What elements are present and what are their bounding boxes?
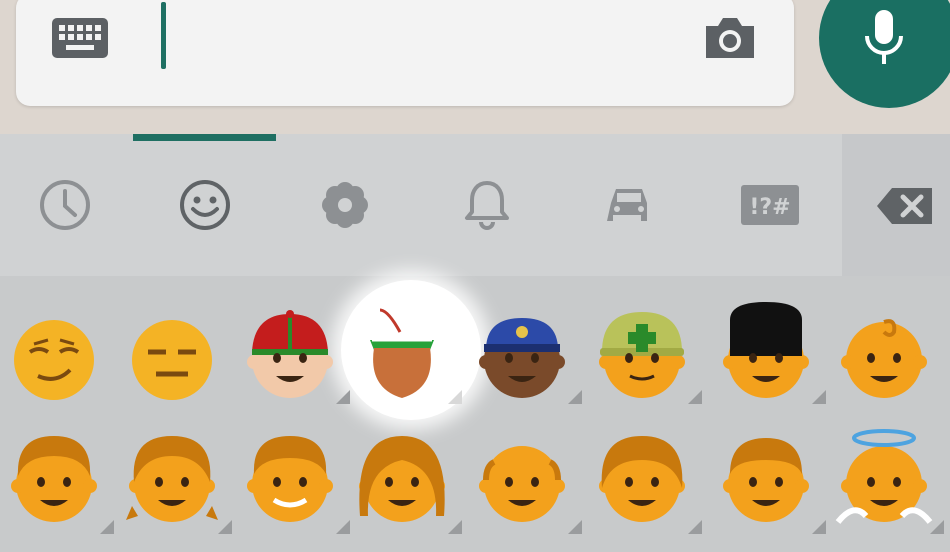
emoji-expressionless-face[interactable] xyxy=(122,300,240,428)
skin-tone-indicator xyxy=(812,390,826,404)
tab-places[interactable] xyxy=(564,134,694,276)
tab-smileys[interactable] xyxy=(140,134,270,276)
skin-tone-indicator xyxy=(448,520,462,534)
baby-angel-icon xyxy=(835,429,933,524)
emoji-older-man[interactable] xyxy=(240,424,358,552)
skin-tone-indicator xyxy=(688,520,702,534)
older-man-icon xyxy=(247,436,333,522)
skin-tone-indicator xyxy=(218,520,232,534)
rescue-worker-helmet-icon xyxy=(599,312,685,398)
smiley-icon xyxy=(180,180,230,230)
woman-icon xyxy=(359,436,445,522)
flower-icon xyxy=(322,182,368,228)
emoji-baby-angel[interactable] xyxy=(834,424,950,552)
emoji-rescue-worker-helmet[interactable] xyxy=(592,300,710,428)
emoji-man[interactable] xyxy=(4,424,122,552)
symbols-label: !?# xyxy=(749,195,790,220)
message-input-bar[interactable] xyxy=(16,0,794,106)
boy-icon xyxy=(723,438,809,522)
emoji-man-with-gua-pi-mao[interactable] xyxy=(240,300,358,428)
baby-icon xyxy=(841,319,927,398)
skin-tone-indicator xyxy=(930,520,944,534)
emoji-boy[interactable] xyxy=(716,424,834,552)
smirking-face-icon xyxy=(14,320,94,400)
skin-tone-indicator xyxy=(448,390,462,404)
mic-icon xyxy=(865,10,903,64)
emoji-mate[interactable] xyxy=(352,300,470,428)
camera-icon[interactable] xyxy=(702,12,758,62)
emoji-older-man-bald[interactable] xyxy=(472,424,590,552)
backspace-button[interactable] xyxy=(842,134,950,276)
skin-tone-indicator xyxy=(568,390,582,404)
guardsman-icon xyxy=(723,302,809,398)
older-man-bald-icon xyxy=(479,446,565,522)
keyboard-icon[interactable] xyxy=(50,16,110,60)
tab-symbols[interactable]: !?# xyxy=(705,134,835,276)
active-tab-indicator xyxy=(133,134,276,141)
mate-icon xyxy=(370,308,434,398)
backspace-icon xyxy=(877,188,932,224)
clock-icon xyxy=(40,180,90,230)
older-woman-icon xyxy=(599,436,685,522)
emoji-smirking-face[interactable] xyxy=(4,300,122,428)
skin-tone-indicator xyxy=(336,390,350,404)
text-caret[interactable] xyxy=(161,2,166,69)
bell-icon xyxy=(465,181,509,230)
symbols-icon: !?# xyxy=(741,185,799,225)
emoji-baby[interactable] xyxy=(834,300,950,428)
emoji-guardsman[interactable] xyxy=(716,300,834,428)
skin-tone-indicator xyxy=(336,520,350,534)
emoji-grid xyxy=(0,276,950,534)
tab-nature[interactable] xyxy=(280,134,410,276)
tab-recent[interactable] xyxy=(0,134,130,276)
car-icon xyxy=(607,189,647,221)
police-officer-icon xyxy=(479,318,565,398)
emoji-older-woman[interactable] xyxy=(592,424,710,552)
emoji-category-tabs: !?# xyxy=(0,134,950,276)
expressionless-face-icon xyxy=(132,320,212,400)
skin-tone-indicator xyxy=(688,390,702,404)
emoji-police-officer[interactable] xyxy=(472,300,590,428)
skin-tone-indicator xyxy=(568,520,582,534)
man-icon xyxy=(11,436,97,522)
girl-icon xyxy=(126,436,218,522)
emoji-woman[interactable] xyxy=(352,424,470,552)
emoji-girl[interactable] xyxy=(122,424,240,552)
skin-tone-indicator xyxy=(812,520,826,534)
tab-objects[interactable] xyxy=(422,134,552,276)
skin-tone-indicator xyxy=(100,520,114,534)
man-with-gua-pi-mao-icon xyxy=(247,310,333,398)
